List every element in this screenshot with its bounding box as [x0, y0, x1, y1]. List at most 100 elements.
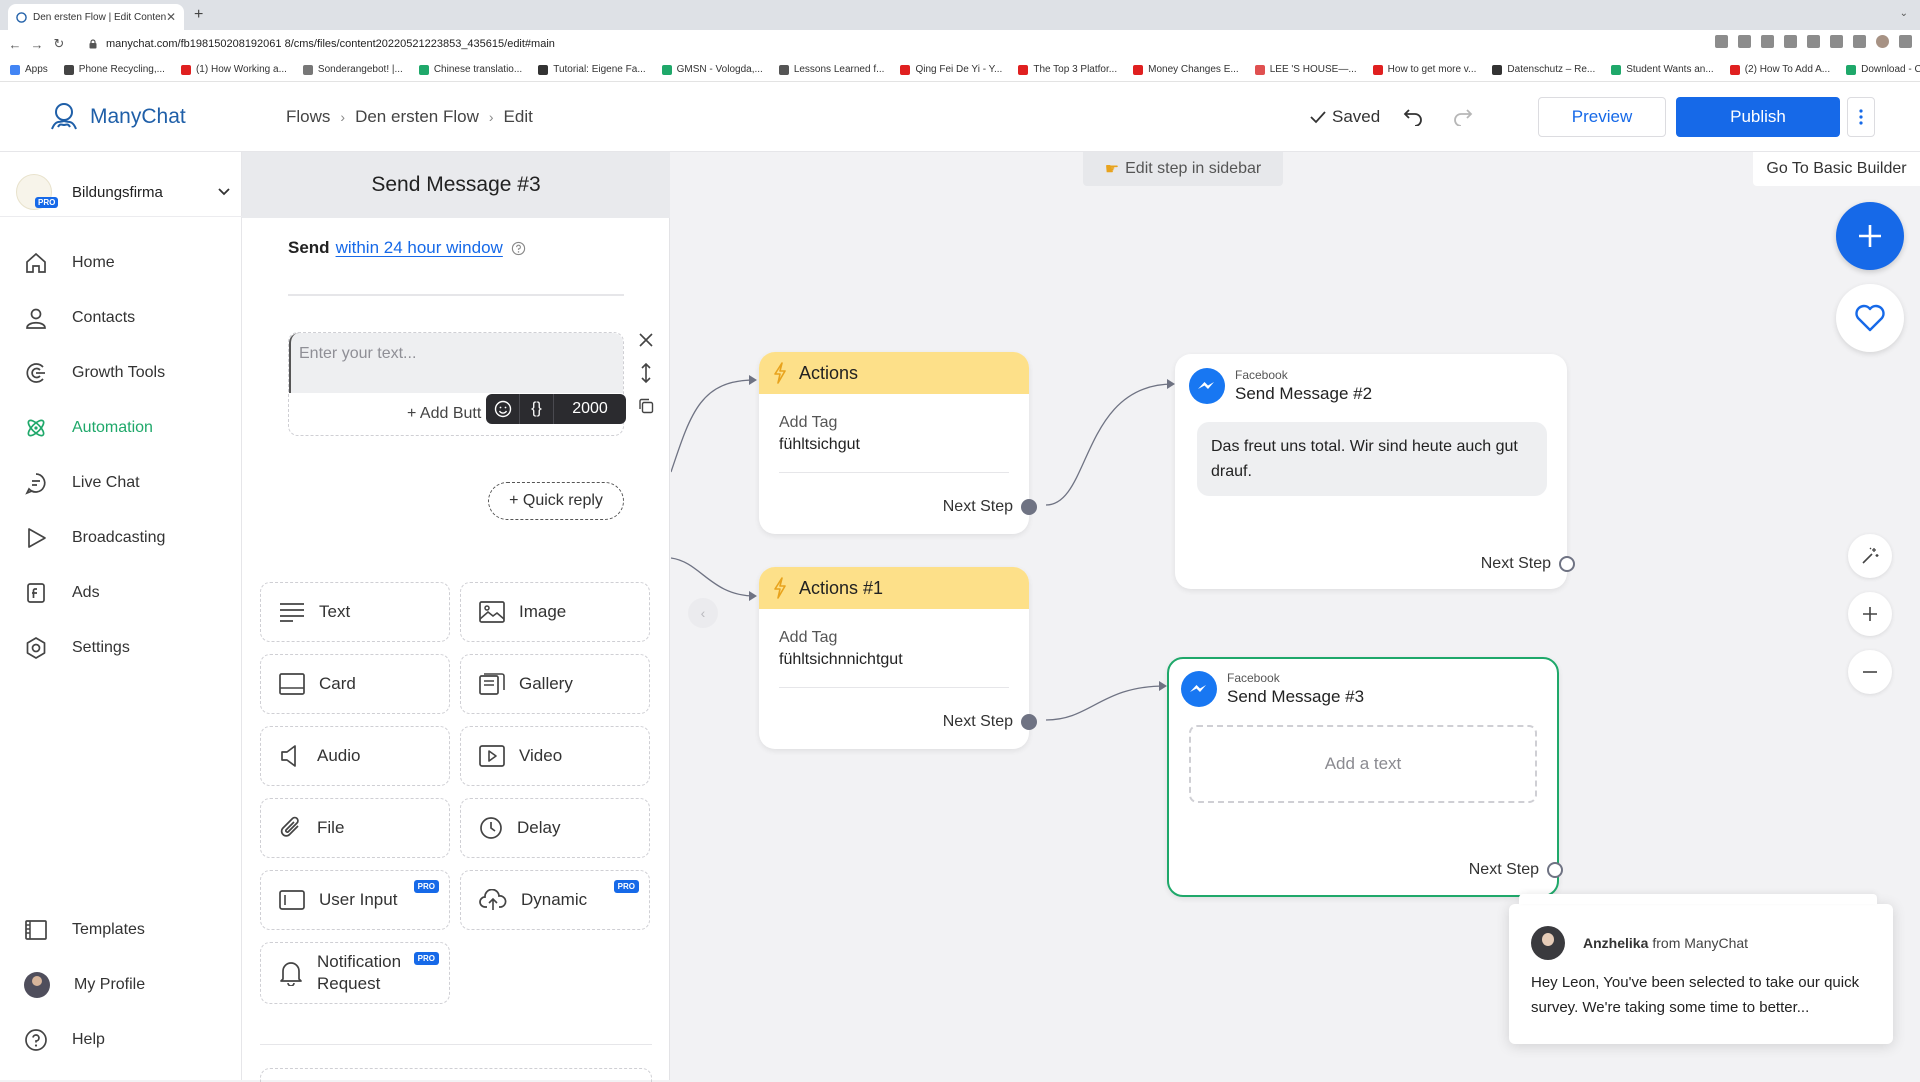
translate-icon[interactable] — [1715, 35, 1728, 48]
new-tab-icon[interactable]: + — [194, 6, 203, 24]
close-tab-icon[interactable]: ✕ — [166, 10, 176, 24]
bookmark-item[interactable]: (2) How To Add A... — [1729, 64, 1830, 75]
add-text-placeholder[interactable]: Add a text — [1189, 725, 1537, 803]
brand-logo[interactable]: ManyChat — [46, 101, 186, 133]
magic-wand-button[interactable] — [1848, 534, 1892, 578]
kebab-menu-icon[interactable] — [1899, 35, 1912, 48]
block-text[interactable]: Text — [260, 582, 450, 642]
actions-1-node[interactable]: Actions #1 Add Tag fühltsichnnichtgut Ne… — [759, 567, 1037, 749]
nav-live-chat[interactable]: Live Chat — [24, 468, 140, 498]
url-field[interactable]: manychat.com/fb198150208192061 8/cms/fil… — [88, 34, 1688, 54]
block-dynamic[interactable]: Dynamic PRO — [460, 870, 650, 930]
block-gallery[interactable]: Gallery — [460, 654, 650, 714]
chat-popup[interactable]: Anzhelika from ManyChat Hey Leon, You've… — [1509, 894, 1893, 1044]
bookmark-item[interactable]: Lessons Learned f... — [778, 64, 884, 75]
chat-popup-stack — [1519, 894, 1877, 904]
breadcrumb-flows[interactable]: Flows — [286, 107, 330, 127]
nav-templates[interactable]: Templates — [24, 915, 145, 945]
drag-handle-icon[interactable] — [638, 362, 654, 384]
bookmark-item[interactable]: Tutorial: Eigene Fa... — [538, 64, 646, 75]
nav-help[interactable]: Help — [24, 1025, 105, 1055]
add-button[interactable]: + Add Butt — [407, 405, 481, 423]
browser-tab[interactable]: Den ersten Flow | Edit Content ✕ — [8, 4, 184, 30]
redo-icon[interactable] — [1452, 106, 1474, 126]
next-step-handle[interactable] — [1559, 556, 1575, 572]
bookmark-item[interactable]: Datenschutz – Re... — [1492, 64, 1595, 75]
message-text-input[interactable]: Enter your text... — [289, 333, 623, 393]
close-icon[interactable] — [638, 332, 654, 348]
help-icon[interactable] — [511, 241, 526, 256]
extension-icon[interactable] — [1807, 35, 1820, 48]
block-card[interactable]: Card — [260, 654, 450, 714]
block-image[interactable]: Image — [460, 582, 650, 642]
profile-icon[interactable] — [1876, 35, 1889, 48]
next-step-handle[interactable] — [1547, 862, 1563, 878]
nav-broadcasting[interactable]: Broadcasting — [24, 523, 165, 553]
bookmark-item[interactable]: Qing Fei De Yi - Y... — [900, 64, 1002, 75]
nav-my-profile[interactable]: My Profile — [24, 970, 145, 1000]
bookmark-item[interactable]: Apps — [10, 64, 48, 75]
nav-settings[interactable]: Settings — [24, 633, 130, 663]
tag-value: fühltsichnnichtgut — [779, 651, 903, 668]
account-switcher[interactable]: PRO Bildungsfirma — [16, 172, 236, 212]
bookmark-item[interactable]: LEE 'S HOUSE—... — [1254, 64, 1357, 75]
next-step-handle[interactable] — [1021, 499, 1037, 515]
next-step-handle[interactable] — [1021, 714, 1037, 730]
publish-button[interactable]: Publish — [1676, 97, 1840, 137]
bookmark-favicon-icon — [63, 64, 74, 75]
zoom-in-button[interactable] — [1848, 592, 1892, 636]
nav-automation[interactable]: Automation — [24, 413, 153, 443]
actions-node[interactable]: Actions Add Tag fühltsichgut Next Step — [759, 352, 1037, 534]
sidepanel-icon[interactable] — [1853, 35, 1866, 48]
next-step: Next Step — [943, 498, 1037, 516]
nav-home[interactable]: Home — [24, 248, 115, 278]
bookmark-item[interactable]: Phone Recycling,... — [63, 64, 165, 75]
nav-growth-tools[interactable]: Growth Tools — [24, 358, 165, 388]
send-message-2-node[interactable]: Facebook Send Message #2 Das freut uns t… — [1175, 354, 1575, 589]
variables-icon[interactable]: {} — [520, 394, 554, 424]
send-window-link[interactable]: within 24 hour window — [336, 238, 503, 258]
zoom-out-button[interactable] — [1848, 650, 1892, 694]
bookmark-item[interactable]: GMSN - Vologda,... — [661, 64, 763, 75]
block-notification-request[interactable]: Notification Request PRO — [260, 942, 450, 1004]
nav-ads[interactable]: Ads — [24, 578, 100, 608]
reload-icon[interactable]: ↻ — [48, 36, 70, 52]
star-icon[interactable] — [1784, 35, 1797, 48]
block-file[interactable]: File — [260, 798, 450, 858]
send-message-3-node[interactable]: Facebook Send Message #3 Add a text Next… — [1167, 657, 1563, 897]
zoom-icon[interactable] — [1738, 35, 1751, 48]
puzzle-icon[interactable] — [1830, 35, 1843, 48]
quick-reply-button[interactable]: + Quick reply — [488, 482, 624, 520]
block-audio[interactable]: Audio — [260, 726, 450, 786]
forward-icon[interactable]: → — [26, 37, 48, 52]
bookmark-item[interactable]: (1) How Working a... — [180, 64, 287, 75]
tab-search-icon[interactable]: ⌄ — [1900, 8, 1908, 19]
flow-canvas[interactable]: ☛ Edit step in sidebar Go To Basic Build… — [671, 152, 1920, 1080]
bookmark-item[interactable]: The Top 3 Platfor... — [1018, 64, 1117, 75]
nav-contacts[interactable]: Contacts — [24, 303, 135, 333]
basic-builder-button[interactable]: Go To Basic Builder — [1753, 152, 1920, 186]
bookmark-item[interactable]: Student Wants an... — [1611, 64, 1714, 75]
block-user-input[interactable]: User Input PRO — [260, 870, 450, 930]
block-tools — [638, 332, 654, 414]
more-options-button[interactable] — [1847, 97, 1875, 137]
audio-icon — [281, 745, 296, 767]
block-video[interactable]: Video — [460, 726, 650, 786]
preview-button[interactable]: Preview — [1538, 97, 1666, 137]
add-step-button[interactable] — [1836, 202, 1904, 270]
bookmark-item[interactable]: Chinese translatio... — [418, 64, 522, 75]
undo-icon[interactable] — [1402, 106, 1424, 126]
bookmark-item[interactable]: How to get more v... — [1372, 64, 1476, 75]
block-delay[interactable]: Delay — [460, 798, 650, 858]
bookmark-item[interactable]: Sonderangebot! |... — [302, 64, 403, 75]
favorite-button[interactable] — [1836, 284, 1904, 352]
duplicate-icon[interactable] — [638, 398, 654, 414]
breadcrumb-flow-name[interactable]: Den ersten Flow — [355, 107, 479, 127]
editor-title[interactable]: Send Message #3 — [242, 152, 670, 218]
emoji-icon[interactable] — [486, 394, 520, 424]
collapse-panel-button[interactable]: ‹ — [688, 598, 718, 628]
bookmark-item[interactable]: Money Changes E... — [1133, 64, 1239, 75]
bookmark-item[interactable]: Download - Cooki... — [1846, 64, 1920, 75]
share-icon[interactable] — [1761, 35, 1774, 48]
back-icon[interactable]: ← — [4, 37, 26, 52]
